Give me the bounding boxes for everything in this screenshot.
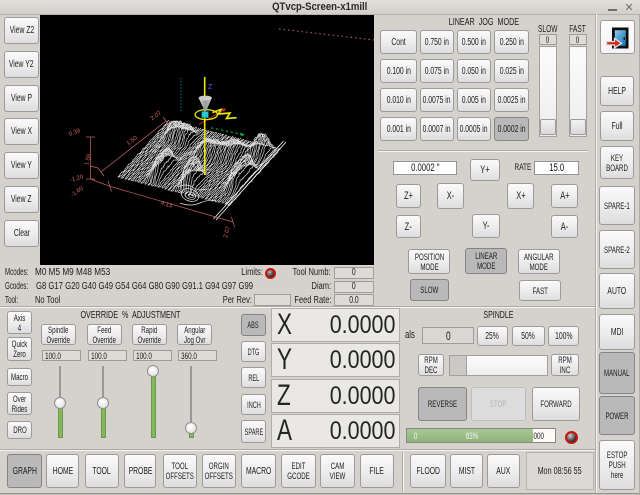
svg-text:Z: Z bbox=[208, 84, 213, 91]
